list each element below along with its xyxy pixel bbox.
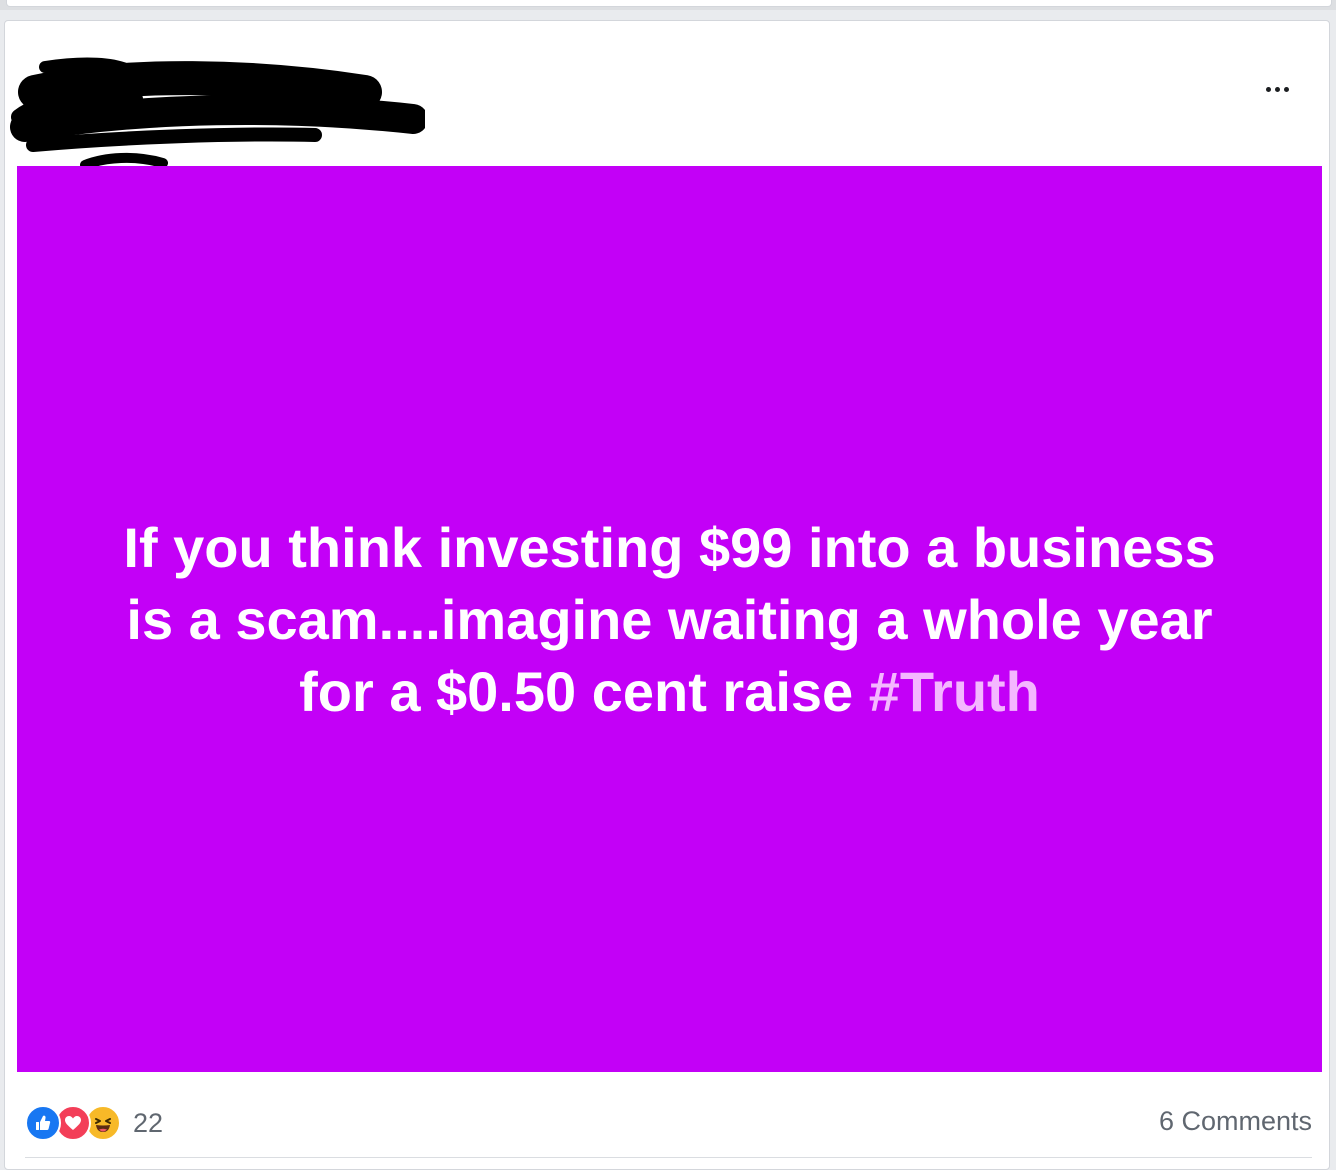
previous-post-edge — [0, 0, 1336, 10]
reactions-summary[interactable]: 22 — [25, 1103, 163, 1143]
previous-post-card-bottom — [6, 0, 1332, 7]
post-text-line-2: is a scam....imagine waiting a whole yea… — [126, 588, 1213, 651]
ellipsis-dot — [1283, 86, 1289, 92]
comments-count-link[interactable]: 6 Comments — [1159, 1106, 1312, 1137]
ellipsis-dot — [1274, 86, 1280, 92]
post-text: If you think investing $99 into a busine… — [80, 512, 1260, 728]
thumbs-up-icon — [25, 1105, 61, 1141]
more-options-button[interactable] — [1259, 77, 1295, 101]
author-redaction-scribble — [10, 57, 425, 167]
footer-divider — [25, 1157, 1312, 1158]
post-header — [5, 21, 1329, 167]
post-text-line-1: If you think investing $99 into a busine… — [123, 516, 1216, 579]
post-colored-background[interactable]: If you think investing $99 into a busine… — [17, 166, 1322, 1072]
hashtag-link[interactable]: #Truth — [869, 660, 1040, 723]
post-text-line-3: for a $0.50 cent raise — [299, 660, 869, 723]
ellipsis-horizontal-icon — [1265, 86, 1271, 92]
reaction-count: 22 — [133, 1107, 164, 1138]
post-card: If you think investing $99 into a busine… — [4, 20, 1330, 1170]
